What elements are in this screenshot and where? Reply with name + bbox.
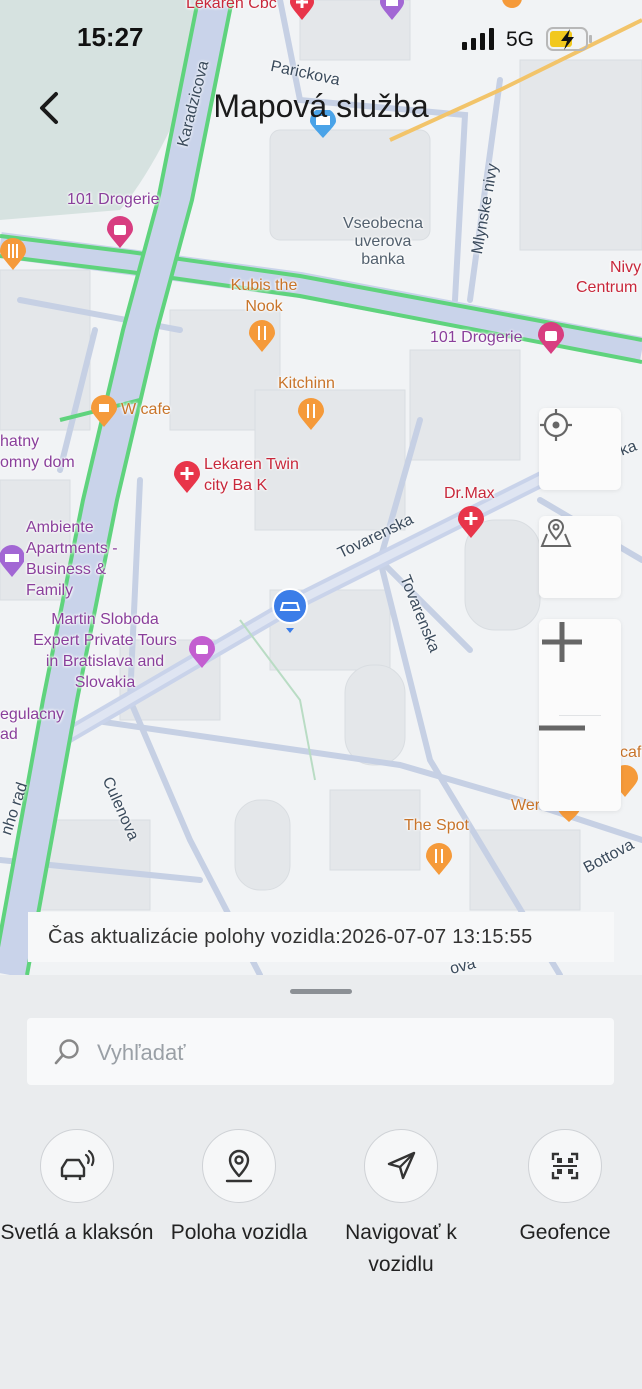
poi-restaurant-icon[interactable]	[0, 238, 26, 272]
poi-restaurant-icon[interactable]	[426, 843, 452, 877]
poi-label: Nivy	[610, 259, 642, 276]
poi-label: Wer	[511, 797, 541, 814]
poi-label: hatny	[0, 433, 40, 450]
map-view[interactable]: Lekaren Cbc 101 Drogerie Vseobecna uvero…	[0, 0, 642, 975]
poi-shop-icon[interactable]	[107, 216, 133, 250]
minus-icon	[539, 725, 585, 731]
poi-restaurant-icon[interactable]	[298, 398, 324, 432]
zoom-control	[539, 619, 621, 811]
poi-label: Kitchinn	[278, 375, 335, 392]
signal-icon	[462, 28, 494, 50]
poi-label: Dr.Max	[444, 485, 495, 502]
poi-label: Centrum	[576, 279, 638, 296]
action-label: Svetlá a klaksón	[0, 1221, 154, 1244]
poi-label: Business &	[26, 561, 107, 578]
poi-pharmacy-icon[interactable]	[174, 461, 200, 495]
battery-charging-icon	[546, 27, 592, 51]
divider	[559, 715, 601, 716]
drag-handle[interactable]	[290, 989, 352, 994]
network-type: 5G	[506, 28, 535, 51]
action-icon-circle	[364, 1129, 438, 1203]
status-time: 15:27	[77, 22, 144, 52]
map-pin-icon	[540, 519, 572, 547]
action-icon-circle	[528, 1129, 602, 1203]
poi-label: Expert Private Tours	[33, 632, 177, 649]
poi-label: omny dom	[0, 454, 75, 471]
poi-label: egulacny	[0, 706, 65, 723]
location-update-time: Čas aktualizácie polohy vozidla:2026-07-…	[28, 912, 614, 962]
search-icon	[54, 1039, 79, 1065]
car-horn-icon	[60, 1149, 95, 1180]
poi-restaurant-icon[interactable]	[249, 320, 275, 354]
poi-label: Lekaren Twin	[204, 456, 299, 473]
zoom-in-button[interactable]	[539, 619, 621, 715]
poi-label: Kubis the	[230, 277, 298, 294]
poi-label: Ambiente	[26, 519, 94, 536]
poi-shop-icon[interactable]	[538, 322, 564, 356]
action-icon-circle	[40, 1129, 114, 1203]
status-bar: 15:27 5G	[0, 0, 642, 76]
locate-button[interactable]	[539, 408, 621, 490]
poi-label: city Ba K	[204, 477, 268, 494]
lights-horn-button[interactable]: Svetlá a klaksón	[0, 1129, 157, 1249]
poi-label: Family	[26, 582, 74, 599]
poi-label: 101 Drogerie	[430, 329, 523, 346]
poi-label: Nook	[245, 298, 283, 315]
navigate-to-vehicle-button[interactable]: Navigovať k vozidlu	[321, 1129, 481, 1281]
zoom-out-button[interactable]	[539, 723, 621, 819]
poi-pharmacy-icon[interactable]	[458, 506, 484, 540]
poi-label: banka	[361, 251, 405, 268]
vehicle-location-button[interactable]	[539, 516, 621, 598]
poi-cafe-icon[interactable]	[91, 395, 117, 429]
poi-label: W cafe	[121, 401, 171, 418]
poi-label: Apartments -	[26, 540, 118, 557]
plus-icon	[542, 622, 582, 662]
poi-label: caf	[620, 744, 642, 761]
vehicle-marker-icon[interactable]	[271, 588, 309, 634]
action-label: Poloha vozidla	[170, 1221, 308, 1244]
bottom-sheet: Svetlá a klaksón Poloha vozidla Navigova…	[0, 975, 642, 1389]
poi-label: The Spot	[404, 817, 469, 834]
poi-attraction-icon[interactable]	[189, 636, 215, 670]
poi-hotel-icon[interactable]	[0, 545, 24, 579]
action-icon-circle	[202, 1129, 276, 1203]
poi-label: Slovakia	[74, 674, 136, 691]
locate-icon	[540, 409, 572, 441]
search-bar[interactable]	[27, 1018, 614, 1087]
page-title: Mapová služba	[213, 88, 429, 124]
poi-label: Martin Sloboda	[51, 611, 159, 628]
geofence-icon	[551, 1152, 579, 1180]
vehicle-position-button[interactable]: Poloha vozidla	[159, 1129, 319, 1249]
search-input[interactable]	[95, 1018, 599, 1087]
poi-label: in Bratislava and	[45, 653, 165, 670]
poi-label: 101 Drogerie	[67, 191, 160, 208]
location-pin-icon	[225, 1149, 253, 1183]
navigation-arrow-icon	[387, 1151, 416, 1180]
geofence-button[interactable]: Geofence	[485, 1129, 642, 1249]
action-label: Geofence	[519, 1221, 611, 1244]
action-label: Navigovať k vozidlu	[345, 1221, 457, 1276]
poi-label: ad	[0, 726, 18, 743]
